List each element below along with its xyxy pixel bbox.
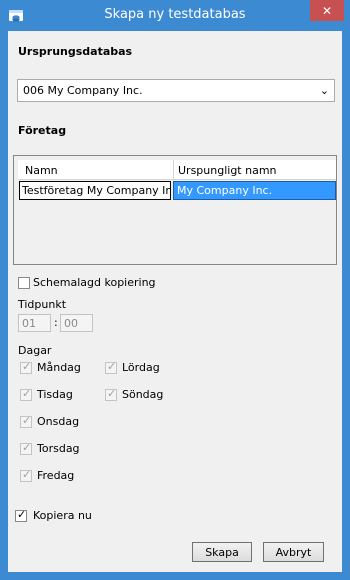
check-icon: ✓ (22, 441, 32, 454)
cancel-button[interactable]: Avbryt (263, 542, 324, 562)
saturday-checkbox[interactable]: ✓ (105, 360, 117, 374)
hour-input[interactable]: 01 (18, 314, 51, 332)
wednesday-label: Onsdag (37, 415, 80, 428)
time-separator: : (54, 316, 58, 329)
copy-now-checkbox[interactable]: ✓ (15, 508, 27, 522)
check-icon: ✓ (22, 360, 32, 373)
tuesday-checkbox[interactable]: ✓ (20, 387, 32, 401)
friday-label: Fredag (37, 469, 75, 482)
window-title: Skapa ny testdatabas (104, 7, 246, 22)
dialog-client-area: Ursprungsdatabas 006 My Company Inc. ⌄ F… (8, 31, 342, 572)
close-icon: ✕ (321, 3, 333, 18)
check-icon: ✓ (107, 387, 117, 400)
source-db-label: Ursprungsdatabas (18, 45, 133, 58)
check-icon: ✓ (107, 360, 117, 373)
scheduled-copy-label: Schemalagd kopiering (33, 276, 156, 289)
create-button[interactable]: Skapa (192, 542, 252, 562)
column-header-original-name[interactable]: Urspungligt namn (178, 164, 277, 177)
column-separator[interactable] (173, 160, 174, 180)
thursday-checkbox[interactable]: ✓ (20, 441, 32, 455)
check-icon: ✓ (22, 414, 32, 427)
database-window-icon (9, 10, 23, 22)
company-label: Företag (18, 124, 67, 137)
company-grid[interactable]: Namn Urspungligt namn Testföretag My Com… (13, 155, 337, 265)
copy-now-label: Kopiera nu (33, 509, 92, 522)
check-icon: ✓ (22, 468, 32, 481)
wednesday-checkbox[interactable]: ✓ (20, 414, 32, 428)
chevron-down-icon: ⌄ (319, 84, 329, 97)
sunday-label: Söndag (122, 388, 164, 401)
monday-label: Måndag (37, 361, 81, 374)
time-label: Tidpunkt (18, 298, 67, 311)
tuesday-label: Tisdag (37, 388, 73, 401)
monday-checkbox[interactable]: ✓ (20, 360, 32, 374)
friday-checkbox[interactable]: ✓ (20, 468, 32, 482)
source-db-dropdown[interactable]: 006 My Company Inc. ⌄ (17, 79, 335, 102)
minute-input[interactable]: 00 (60, 314, 93, 332)
column-header-name[interactable]: Namn (25, 164, 58, 177)
scheduled-copy-checkbox[interactable] (18, 277, 30, 289)
grid-header: Namn Urspungligt namn (18, 160, 336, 180)
original-name-cell[interactable]: My Company Inc. (173, 181, 336, 200)
dialog-window: Skapa ny testdatabas ✕ Ursprungsdatabas … (0, 0, 350, 580)
table-row[interactable]: Testföretag My Company Inc. My Company I… (18, 181, 336, 201)
close-button[interactable]: ✕ (310, 0, 344, 21)
source-db-selected: 006 My Company Inc. (23, 84, 143, 97)
title-bar[interactable]: Skapa ny testdatabas ✕ (0, 0, 350, 31)
saturday-label: Lördag (122, 361, 160, 374)
check-icon: ✓ (22, 387, 32, 400)
company-name-cell[interactable]: Testföretag My Company Inc. (19, 181, 171, 200)
sunday-checkbox[interactable]: ✓ (105, 387, 117, 401)
thursday-label: Torsdag (37, 442, 80, 455)
days-label: Dagar (18, 344, 52, 357)
check-icon: ✓ (17, 508, 27, 521)
